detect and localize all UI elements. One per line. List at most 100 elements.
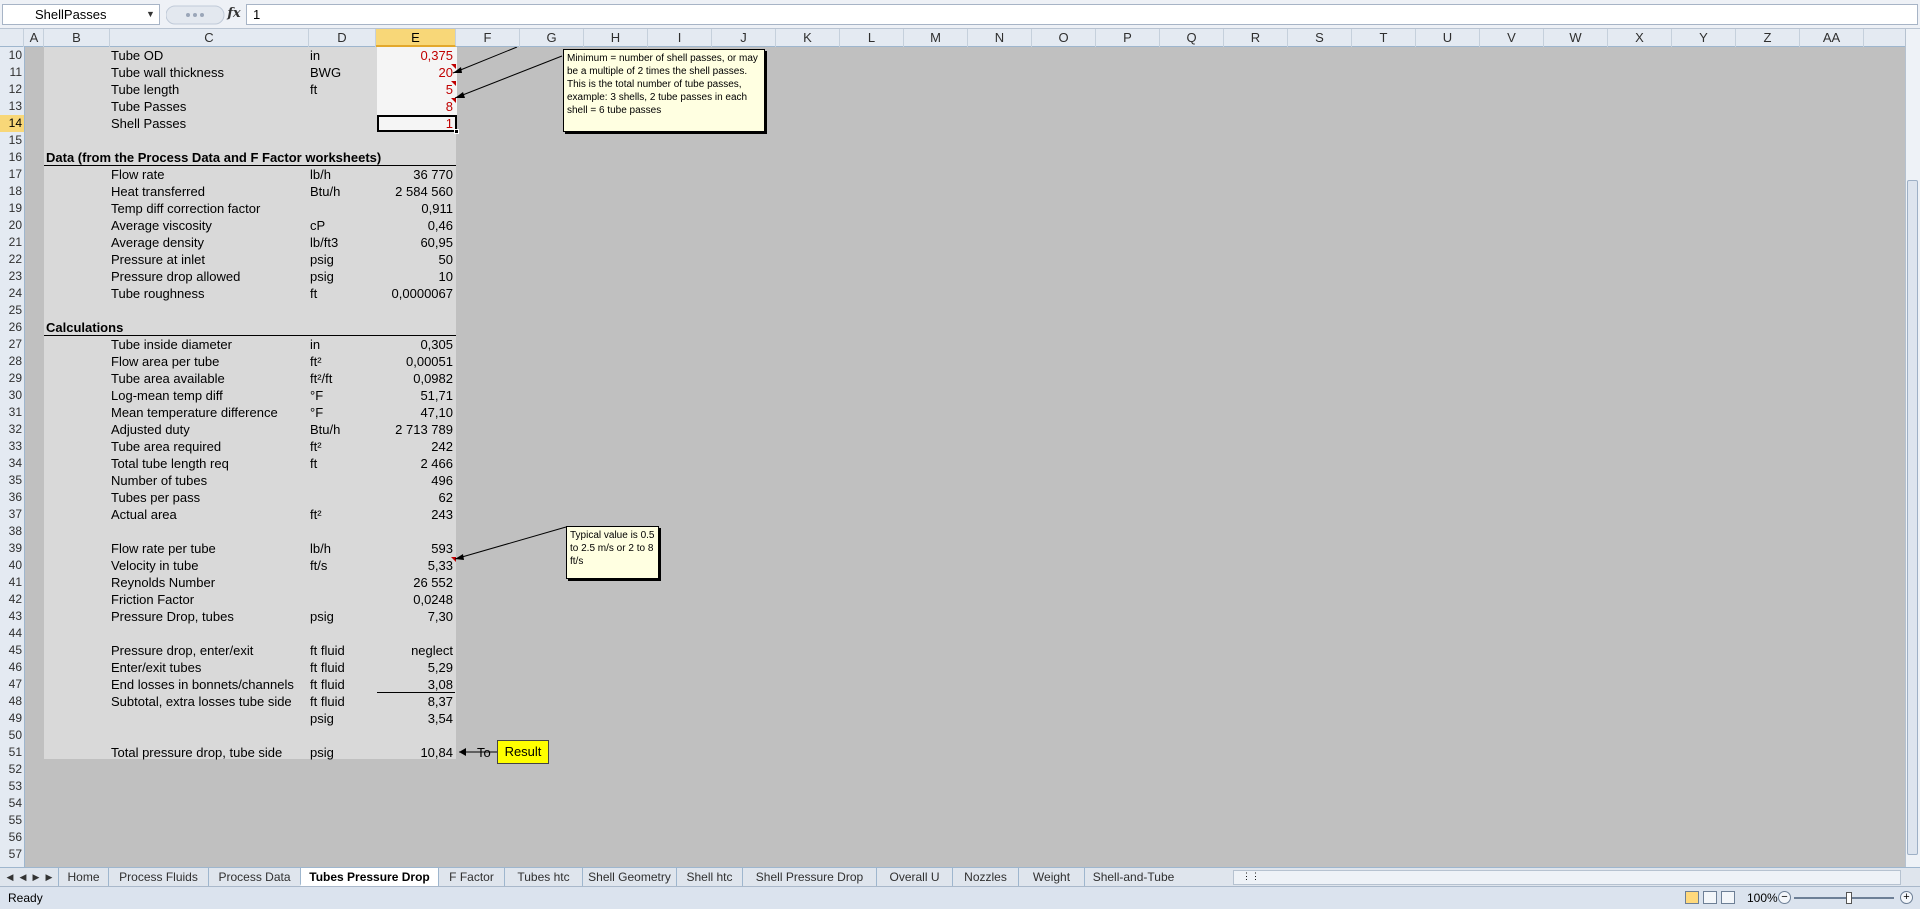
sheet-tab-tubes-htc[interactable]: Tubes htc (504, 868, 582, 886)
column-header-Q[interactable]: Q (1160, 29, 1224, 47)
column-header-P[interactable]: P (1096, 29, 1160, 47)
column-header-L[interactable]: L (840, 29, 904, 47)
row-header-21[interactable]: 21 (0, 234, 24, 251)
name-box[interactable]: ShellPasses (2, 4, 160, 25)
sheet-tab-shell-and-tube[interactable]: Shell-and-Tube (1084, 868, 1182, 886)
row-header-16[interactable]: 16 (0, 149, 24, 166)
sheet-tab-weight[interactable]: Weight (1018, 868, 1084, 886)
column-header-U[interactable]: U (1416, 29, 1480, 47)
row-header-19[interactable]: 19 (0, 200, 24, 217)
next-sheet-icon[interactable]: ▶ (30, 870, 42, 884)
column-header-A[interactable]: A (25, 29, 44, 47)
column-header-I[interactable]: I (648, 29, 712, 47)
row-header-17[interactable]: 17 (0, 166, 24, 183)
column-header-X[interactable]: X (1608, 29, 1672, 47)
column-header-G[interactable]: G (520, 29, 584, 47)
shell-passes-comment[interactable]: Minimum = number of shell passes, or may… (563, 49, 765, 132)
row-header-47[interactable]: 47 (0, 676, 24, 693)
zoom-level[interactable]: 100% (1747, 887, 1778, 909)
row-header-48[interactable]: 48 (0, 693, 24, 710)
row-header-28[interactable]: 28 (0, 353, 24, 370)
sheet-tab-shell-geometry[interactable]: Shell Geometry (582, 868, 676, 886)
row-header-41[interactable]: 41 (0, 574, 24, 591)
sheet-tab-process-data[interactable]: Process Data (208, 868, 300, 886)
column-header-F[interactable]: F (456, 29, 520, 47)
row-header-37[interactable]: 37 (0, 506, 24, 523)
sheet-tab-overall-u[interactable]: Overall U (876, 868, 952, 886)
row-header-10[interactable]: 10 (0, 47, 24, 64)
sheet-tab-shell-pressure-drop[interactable]: Shell Pressure Drop (742, 868, 876, 886)
velocity-comment[interactable]: Typical value is 0.5 to 2.5 m/s or 2 to … (566, 526, 659, 579)
column-header-S[interactable]: S (1288, 29, 1352, 47)
row-header-57[interactable]: 57 (0, 846, 24, 863)
result-button[interactable]: Result (497, 740, 549, 764)
row-header-38[interactable]: 38 (0, 523, 24, 540)
row-header-18[interactable]: 18 (0, 183, 24, 200)
column-header-Z[interactable]: Z (1736, 29, 1800, 47)
column-header-O[interactable]: O (1032, 29, 1096, 47)
row-header-42[interactable]: 42 (0, 591, 24, 608)
row-header-12[interactable]: 12 (0, 81, 24, 98)
row-header-43[interactable]: 43 (0, 608, 24, 625)
row-header-30[interactable]: 30 (0, 387, 24, 404)
row-header-26[interactable]: 26 (0, 319, 24, 336)
row-header-29[interactable]: 29 (0, 370, 24, 387)
row-header-11[interactable]: 11 (0, 64, 24, 81)
chevron-down-icon[interactable]: ▼ (146, 9, 155, 19)
sheet-tab-shell-htc[interactable]: Shell htc (676, 868, 742, 886)
row-header-27[interactable]: 27 (0, 336, 24, 353)
row-header-20[interactable]: 20 (0, 217, 24, 234)
column-header-Y[interactable]: Y (1672, 29, 1736, 47)
row-header-46[interactable]: 46 (0, 659, 24, 676)
column-header-AA[interactable]: AA (1800, 29, 1864, 47)
column-header-H[interactable]: H (584, 29, 648, 47)
horizontal-scrollbar[interactable] (1233, 870, 1901, 885)
column-header-E[interactable]: E (376, 29, 456, 47)
row-header-35[interactable]: 35 (0, 472, 24, 489)
row-header-23[interactable]: 23 (0, 268, 24, 285)
column-header-K[interactable]: K (776, 29, 840, 47)
row-header-24[interactable]: 24 (0, 285, 24, 302)
column-header-V[interactable]: V (1480, 29, 1544, 47)
row-header-39[interactable]: 39 (0, 540, 24, 557)
row-header-44[interactable]: 44 (0, 625, 24, 642)
page-layout-view-icon[interactable] (1703, 891, 1717, 904)
column-header-C[interactable]: C (110, 29, 309, 47)
worksheet-grid[interactable]: Tube OD in 0,375 Tube wall thickness BWG… (25, 47, 1905, 867)
row-header-54[interactable]: 54 (0, 795, 24, 812)
column-header-R[interactable]: R (1224, 29, 1288, 47)
select-all-corner[interactable] (0, 29, 24, 47)
prev-sheet-icon[interactable]: ◀ (17, 870, 29, 884)
row-header-36[interactable]: 36 (0, 489, 24, 506)
row-header-51[interactable]: 51 (0, 744, 24, 761)
row-header-31[interactable]: 31 (0, 404, 24, 421)
row-header-50[interactable]: 50 (0, 727, 24, 744)
zoom-slider-knob[interactable] (1846, 892, 1852, 904)
column-header-M[interactable]: M (904, 29, 968, 47)
sheet-tab-process-fluids[interactable]: Process Fluids (108, 868, 208, 886)
row-header-15[interactable]: 15 (0, 132, 24, 149)
zoom-slider[interactable] (1794, 897, 1894, 899)
sheet-tab-home[interactable]: Home (58, 868, 108, 886)
column-header-T[interactable]: T (1352, 29, 1416, 47)
row-header-55[interactable]: 55 (0, 812, 24, 829)
row-header-14[interactable]: 14 (0, 115, 24, 132)
column-header-J[interactable]: J (712, 29, 776, 47)
row-header-53[interactable]: 53 (0, 778, 24, 795)
zoom-out-icon[interactable]: − (1778, 891, 1791, 904)
row-header-13[interactable]: 13 (0, 98, 24, 115)
row-header-49[interactable]: 49 (0, 710, 24, 727)
insert-function-icon[interactable]: fx (223, 4, 245, 25)
zoom-in-icon[interactable]: + (1900, 891, 1913, 904)
vertical-scroll-thumb[interactable] (1907, 180, 1918, 855)
row-header-56[interactable]: 56 (0, 829, 24, 846)
sheet-tab-f-factor[interactable]: F Factor (438, 868, 504, 886)
formula-input[interactable]: 1 (246, 4, 1918, 25)
column-header-B[interactable]: B (44, 29, 110, 47)
column-header-W[interactable]: W (1544, 29, 1608, 47)
row-header-32[interactable]: 32 (0, 421, 24, 438)
horizontal-scroll-thumb[interactable]: ⋮⋮ (1242, 871, 1260, 883)
row-header-34[interactable]: 34 (0, 455, 24, 472)
row-header-25[interactable]: 25 (0, 302, 24, 319)
row-header-40[interactable]: 40 (0, 557, 24, 574)
